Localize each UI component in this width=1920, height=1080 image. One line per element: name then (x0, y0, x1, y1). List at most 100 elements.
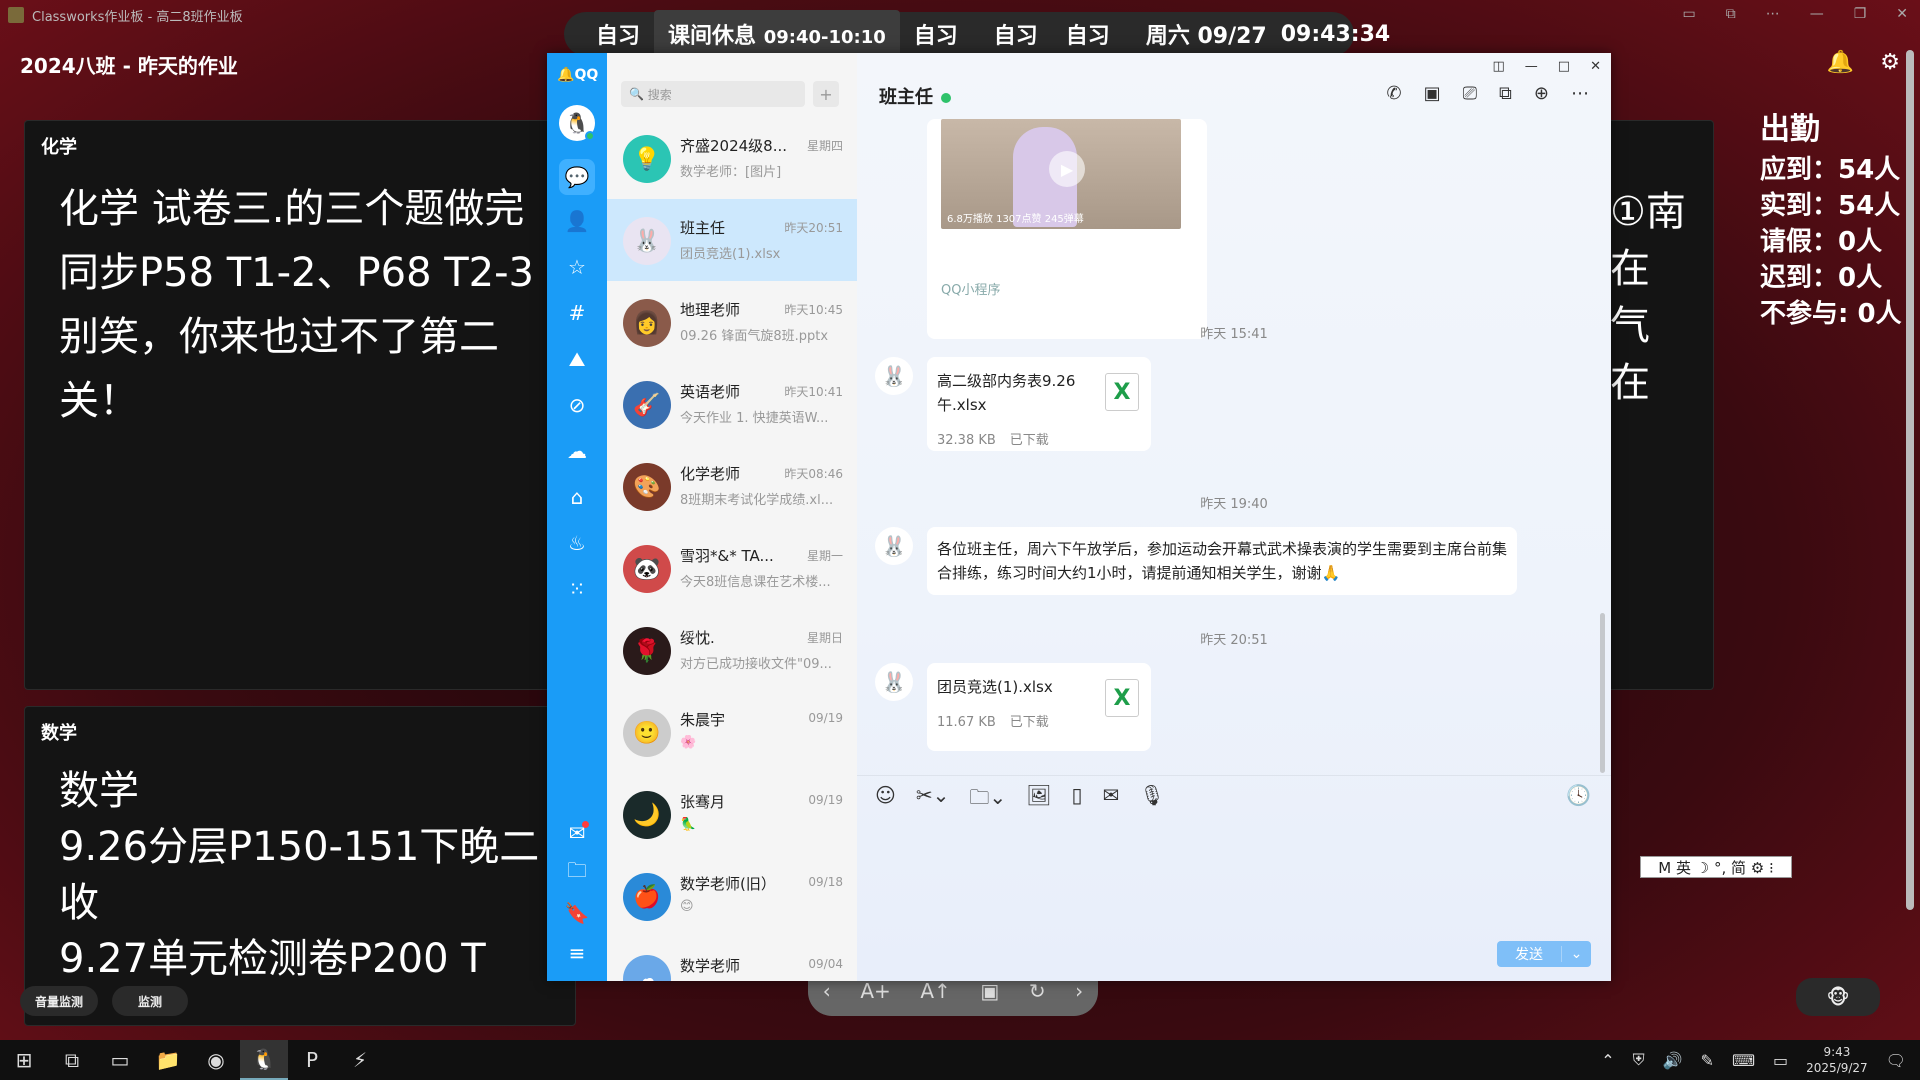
redpacket-icon[interactable]: ✉ (1103, 783, 1120, 817)
taskbar-clock[interactable]: 9:43 2025/9/27 (1806, 1044, 1868, 1076)
add-member-icon[interactable]: ⊕ (1534, 83, 1549, 104)
menu-icon[interactable]: ≡ (559, 935, 595, 971)
more-icon[interactable]: ⋯ (1571, 83, 1589, 104)
screen-share-icon[interactable]: ⎚ (1463, 83, 1477, 104)
conversation-item[interactable]: 🍎 数学老师(旧） 09/18 😊 (607, 855, 857, 937)
homework-line: 数学 (59, 768, 139, 814)
map-icon[interactable]: ⛰ (559, 341, 595, 377)
compass-icon[interactable]: ⊘ (559, 387, 595, 423)
search-input[interactable]: 🔍 搜索 (621, 81, 805, 107)
file-status: 已下载 (1009, 715, 1049, 730)
file-explorer-icon[interactable]: 📁 (144, 1040, 192, 1080)
pen-icon[interactable]: ✎ (1701, 1051, 1714, 1070)
sender-avatar[interactable]: 🐰 (875, 357, 913, 395)
conversation-item[interactable]: 💡 齐盛2024级8... 星期四 数学老师：[图片] (607, 117, 857, 199)
edge-icon[interactable]: ◉ (192, 1040, 240, 1080)
security-icon[interactable]: ⛨ (1633, 1050, 1645, 1070)
page-scrollbar[interactable] (1906, 50, 1914, 910)
game-icon[interactable]: ♨ (559, 525, 595, 561)
screenshot-icon[interactable]: ✂⌄ (916, 783, 950, 817)
ime-toolbar[interactable]: M 英 ☽ °, 简 ⚙ ⁝ (1640, 856, 1792, 878)
send-button[interactable]: 发送 ⌄ (1497, 941, 1591, 967)
classworks-icon[interactable]: ⚡ (336, 1040, 384, 1080)
font-increase-icon[interactable]: A+ (860, 979, 890, 1003)
channel-icon[interactable]: # (559, 295, 595, 331)
conversation-avatar: 👩 (623, 299, 671, 347)
conversation-item[interactable]: 🐰 班主任 昨天20:51 团员竞选(1).xlsx (607, 199, 857, 281)
shirt-icon[interactable]: ⌂ (559, 479, 595, 515)
attendance-title: 出勤 (1760, 112, 1820, 147)
file-message[interactable]: 高二级部内务表9.26午.xlsx 32.38 KB 已下载 X (927, 357, 1151, 451)
app-icon[interactable]: ▭ (96, 1040, 144, 1080)
chevron-down-icon[interactable]: ⌄ (1561, 946, 1591, 962)
file-message[interactable]: 团员竞选(1).xlsx 11.67 KB 已下载 X (927, 663, 1151, 751)
conversation-item[interactable]: ☁ 数学老师 09/04 (607, 937, 857, 981)
bell-icon[interactable]: 🔔 (1827, 50, 1854, 75)
conversation-item[interactable]: 🙂 朱晨宇 09/19 🌸 (607, 691, 857, 773)
video-call-icon[interactable]: ▣ (1424, 83, 1441, 104)
image-icon[interactable]: 🖼 (1026, 783, 1051, 817)
file-name: 团员竞选(1).xlsx (937, 678, 1053, 696)
microphone-icon[interactable]: 🎙 (1139, 783, 1164, 817)
chat-scrollbar[interactable] (1600, 613, 1605, 773)
more-icon[interactable]: ⋯ (1766, 6, 1780, 22)
save-icon[interactable]: ▣ (980, 979, 999, 1003)
close-button[interactable]: ✕ (1896, 6, 1908, 22)
qq-taskbar-icon[interactable]: 🐧 (240, 1040, 288, 1080)
conversation-item[interactable]: 👩 地理老师 昨天10:45 09.26 锋面气旋8班.pptx (607, 281, 857, 363)
gear-icon[interactable]: ⚙ (1880, 50, 1900, 75)
history-clock-icon[interactable]: 🕓 (1566, 783, 1591, 807)
start-icon[interactable]: ⊞ (0, 1040, 48, 1080)
user-avatar[interactable]: 🐧 (559, 105, 595, 141)
folder-icon[interactable]: 🗀⌄ (969, 783, 1006, 817)
close-button[interactable]: ✕ (1590, 59, 1601, 74)
mini-program-card[interactable]: ▶ 6.8万播放 1307点赞 245弹幕 QQ小程序 (927, 119, 1207, 339)
minimize-button[interactable]: — (1810, 6, 1824, 22)
remote-assist-icon[interactable]: ⧉ (1499, 83, 1512, 104)
notification-icon[interactable]: 🗨 (1886, 1051, 1906, 1070)
powerpoint-icon[interactable]: P (288, 1040, 336, 1080)
conversation-item[interactable]: 🌹 绥忱. 星期日 对方已成功接收文件"09... (607, 609, 857, 691)
add-button[interactable]: + (813, 81, 839, 107)
mail-icon[interactable]: ✉ (559, 815, 595, 851)
file-status: 已下载 (1009, 433, 1049, 448)
restore-button[interactable]: ❐ (1854, 6, 1867, 22)
apps-icon[interactable]: ⁙ (559, 571, 595, 607)
monitor-button[interactable]: 监测 (112, 986, 188, 1016)
sender-avatar[interactable]: 🐰 (875, 663, 913, 701)
keyboard-icon[interactable]: ⌨ (1732, 1051, 1755, 1070)
volume-monitor-button[interactable]: 音量监测 (20, 986, 98, 1016)
sender-avatar[interactable]: 🐰 (875, 527, 913, 565)
minimize-button[interactable]: — (1525, 59, 1538, 74)
display-icon[interactable]: ▭ (1773, 1051, 1788, 1070)
emoji-icon[interactable]: ☺ (875, 783, 896, 817)
shake-icon[interactable]: ▯ (1072, 783, 1083, 817)
conversation-item[interactable]: 🐼 雪羽*&* TA... 星期一 今天8班信息课在艺术楼... (607, 527, 857, 609)
message-icon[interactable]: 💬 (559, 159, 595, 195)
maximize-button[interactable]: □ (1558, 59, 1570, 74)
cloud-icon[interactable]: ☁ (559, 433, 595, 469)
bookmark-icon[interactable]: 🔖 (559, 895, 595, 931)
contacts-icon[interactable]: 👤 (559, 203, 595, 239)
refresh-icon[interactable]: ↻ (1029, 979, 1046, 1003)
snap-icon[interactable]: ⧉ (1726, 6, 1736, 22)
camera-icon[interactable]: ▭ (1682, 6, 1695, 22)
conversation-item[interactable]: 🎸 英语老师 昨天10:41 今天作业 1. 快捷英语W... (607, 363, 857, 445)
text-message[interactable]: 各位班主任，周六下午放学后，参加运动会开幕式武术操表演的学生需要到主席台前集合排… (927, 527, 1517, 595)
folder-icon[interactable]: 🗀 (559, 855, 595, 891)
phone-icon[interactable]: ✆ (1387, 83, 1402, 104)
monkey-icon[interactable]: 🐵 (1796, 978, 1880, 1016)
file-size: 32.38 KB (937, 433, 996, 448)
video-thumbnail[interactable]: ▶ 6.8万播放 1307点赞 245弹幕 (941, 119, 1181, 229)
play-icon[interactable]: ▶ (1049, 151, 1085, 187)
task-view-icon[interactable]: ⧉ (48, 1040, 96, 1080)
volume-icon[interactable]: 🔊 (1663, 1051, 1683, 1070)
conversation-item[interactable]: 🌙 张骞月 09/19 🦜 (607, 773, 857, 855)
sidebar-toggle-icon[interactable]: ◫ (1493, 59, 1505, 74)
font-decrease-icon[interactable]: A↑ (920, 979, 950, 1003)
next-icon[interactable]: › (1075, 979, 1083, 1003)
conversation-item[interactable]: 🎨 化学老师 昨天08:46 8班期末考试化学成绩.xl... (607, 445, 857, 527)
prev-icon[interactable]: ‹ (823, 979, 831, 1003)
star-icon[interactable]: ☆ (559, 249, 595, 285)
chevron-up-icon[interactable]: ⌃ (1601, 1051, 1614, 1070)
